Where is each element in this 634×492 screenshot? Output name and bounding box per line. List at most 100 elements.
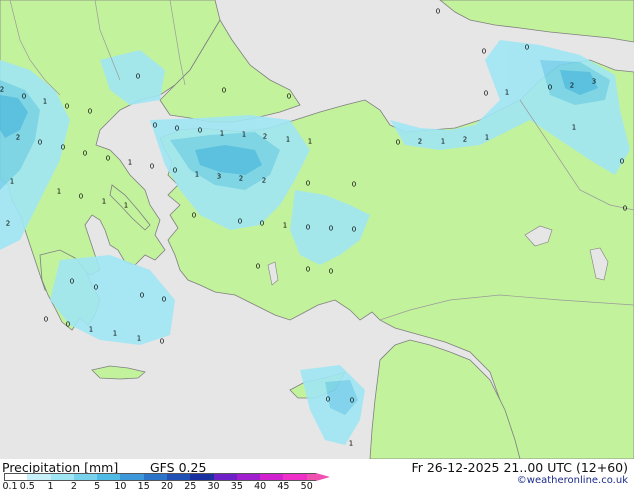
valid-datetime: Fr 26-12-2025 21..00 UTC (12+60) [411, 460, 628, 475]
precip-value-label: 1 [504, 88, 510, 97]
precip-value-label: 0 [435, 7, 441, 16]
precip-value-label: 0 [135, 72, 141, 81]
precip-value-label: 1 [194, 170, 200, 179]
scale-tick-label: 20 [160, 481, 174, 492]
credit-link[interactable]: ©weatheronline.co.uk [517, 475, 628, 486]
precip-value-label: 0 [325, 395, 331, 404]
scale-swatch [143, 473, 167, 481]
precip-value-label: 0 [259, 219, 265, 228]
precip-value-label: 2 [0, 85, 5, 94]
precip-value-label: 0 [305, 265, 311, 274]
precip-value-label: 0 [87, 107, 93, 116]
precip-value-label: 0 [37, 138, 43, 147]
scale-tick-label: 50 [300, 481, 313, 492]
precip-value-label: 0 [221, 86, 227, 95]
scale-swatch [190, 473, 214, 481]
map-canvas [0, 0, 634, 459]
precip-value-label: 0 [82, 149, 88, 158]
precip-value-label: 2 [417, 137, 423, 146]
precip-value-label: 1 [219, 129, 225, 138]
precip-value-label: 0 [159, 337, 165, 346]
precip-value-label: 1 [307, 137, 313, 146]
precip-value-label: 0 [65, 320, 71, 329]
precip-value-label: 1 [136, 334, 142, 343]
precip-value-label: 0 [139, 291, 145, 300]
scale-tick-label: 40 [254, 481, 267, 492]
scale-arrow [316, 473, 330, 481]
precip-value-label: 2 [569, 81, 575, 90]
precip-value-label: 0 [524, 43, 530, 52]
scale-tick-label: 35 [230, 481, 243, 492]
precip-value-label: 1 [42, 97, 48, 106]
precip-value-label: 0 [43, 315, 49, 324]
precip-value-label: 0 [174, 124, 180, 133]
precip-value-label: 0 [481, 47, 487, 56]
color-scale-bar [4, 473, 330, 481]
precip-value-label: 0 [93, 283, 99, 292]
scale-swatch [260, 473, 284, 481]
precip-value-label: 0 [351, 180, 357, 189]
precipitation-map: 0 0 0 0 2 3 0 1 1 0 0 0 2 1 2 1 0 0 0 2 0 1 0 0 0 0 0 1 1 2 1 1 2 0 0 0 0 1 0 0… [0, 0, 634, 459]
precip-value-label: 0 [152, 121, 158, 130]
land-north-coast [439, 0, 634, 43]
scale-tick-label: 10 [114, 481, 127, 492]
precip-value-label: 0 [305, 179, 311, 188]
scale-swatch [50, 473, 74, 481]
scale-tick-label: 15 [137, 481, 150, 492]
scale-swatch [236, 473, 261, 481]
precip-value-label: 2 [238, 174, 244, 183]
scale-swatch [97, 473, 121, 481]
precip-value-label: 1 [127, 158, 133, 167]
precip-value-label: 0 [328, 267, 334, 276]
land-crete [91, 365, 146, 380]
precip-value-label: 0 [149, 162, 155, 171]
precip-value-label: 0 [172, 166, 178, 175]
precip-value-label: 1 [112, 329, 118, 338]
precip-value-label: 0 [622, 204, 628, 213]
precip-value-label: 0 [191, 211, 197, 220]
precip-value-label: 1 [282, 221, 288, 230]
scale-swatch [306, 473, 316, 481]
scale-swatch [4, 473, 28, 481]
precip-value-label: 2 [5, 219, 11, 228]
precip-value-label: 1 [9, 177, 15, 186]
precip-value-label: 1 [348, 439, 354, 448]
scale-tick-label: 30 [207, 481, 220, 492]
precip-value-label: 0 [351, 225, 357, 234]
precip-value-label: 0 [395, 138, 401, 147]
precip-value-label: 0 [255, 262, 261, 271]
precip-value-label: 1 [56, 187, 62, 196]
precip-value-label: 1 [571, 123, 577, 132]
precip-value-label: 2 [261, 176, 267, 185]
precip-value-label: 0 [349, 396, 355, 405]
precip-value-label: 1 [484, 133, 490, 142]
scale-tick-label: 5 [94, 481, 101, 492]
precip-value-label: 2 [462, 135, 468, 144]
precip-value-label: 0 [619, 157, 625, 166]
precip-value-label: 0 [78, 192, 84, 201]
precip-value-label: 0 [161, 295, 167, 304]
precip-value-label: 1 [101, 197, 107, 206]
precip-value-label: 0 [483, 89, 489, 98]
precip-value-label: 0 [105, 154, 111, 163]
precip-value-label: 0 [60, 143, 66, 152]
precip-value-label: 1 [123, 201, 129, 210]
scale-swatch [27, 473, 51, 481]
precip-value-label: 0 [237, 217, 243, 226]
precip-value-label: 1 [285, 135, 291, 144]
precip-value-label: 1 [241, 130, 247, 139]
scale-tick-label: 0.1 [2, 481, 18, 492]
scale-tick-label: 45 [277, 481, 290, 492]
precip-value-label: 3 [591, 77, 597, 86]
scale-tick-label: 2 [70, 481, 77, 492]
scale-swatch [213, 473, 237, 481]
precip-value-label: 0 [305, 223, 311, 232]
precip-value-label: 0 [286, 92, 292, 101]
scale-tick-label: 25 [184, 481, 197, 492]
precip-value-label: 0 [328, 224, 334, 233]
precip-value-label: 2 [262, 132, 268, 141]
precip-value-label: 0 [64, 102, 70, 111]
precip-value-label: 1 [88, 325, 94, 334]
scale-swatch [167, 473, 191, 481]
scale-swatch [283, 473, 307, 481]
